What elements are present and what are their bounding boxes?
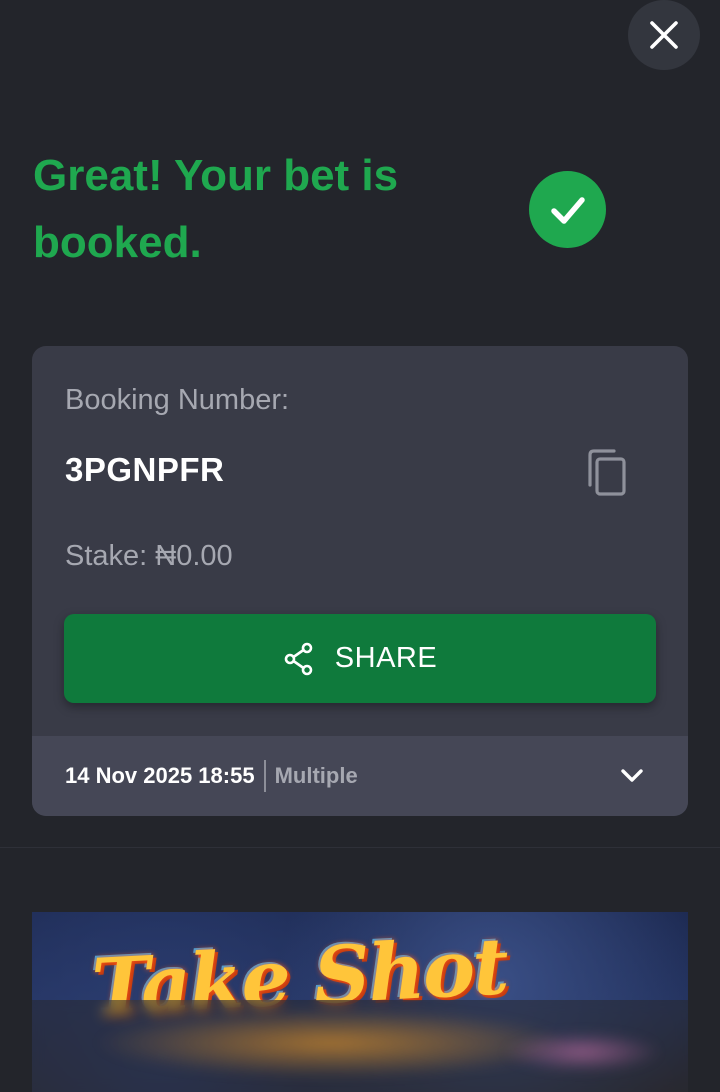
booking-card: Booking Number: 3PGNPFR Stake: ₦0.00 SHA… [32, 346, 688, 816]
booking-code: 3PGNPFR [65, 451, 225, 488]
promo-glow [92, 1008, 572, 1078]
stake-amount: ₦0.00 [155, 540, 233, 572]
confirmation-title: Great! Your bet is booked. [33, 151, 399, 267]
close-button[interactable] [628, 0, 700, 70]
section-divider [0, 847, 720, 848]
footer-divider [263, 760, 266, 792]
share-icon [284, 642, 313, 675]
share-label: SHARE [334, 642, 438, 674]
promo-banner[interactable]: Take Shot [32, 912, 688, 1092]
promo-glow-secondary [502, 1032, 662, 1072]
chevron-down-icon [621, 769, 643, 782]
booking-number-label: Booking Number: [65, 384, 290, 416]
share-button[interactable]: SHARE [64, 614, 656, 703]
booking-date: 14 Nov 2025 18:55 [65, 763, 255, 788]
stake-label: Stake: [65, 540, 148, 572]
bet-type: Multiple [274, 763, 358, 788]
booking-footer[interactable]: 14 Nov 2025 18:55 Multiple [32, 736, 688, 816]
copy-icon [588, 449, 626, 496]
check-circle-icon [529, 171, 606, 248]
expand-button[interactable] [614, 758, 650, 794]
stake-text: Stake: ₦0.00 [65, 540, 233, 573]
close-icon [650, 21, 678, 49]
copy-button[interactable] [584, 448, 630, 498]
